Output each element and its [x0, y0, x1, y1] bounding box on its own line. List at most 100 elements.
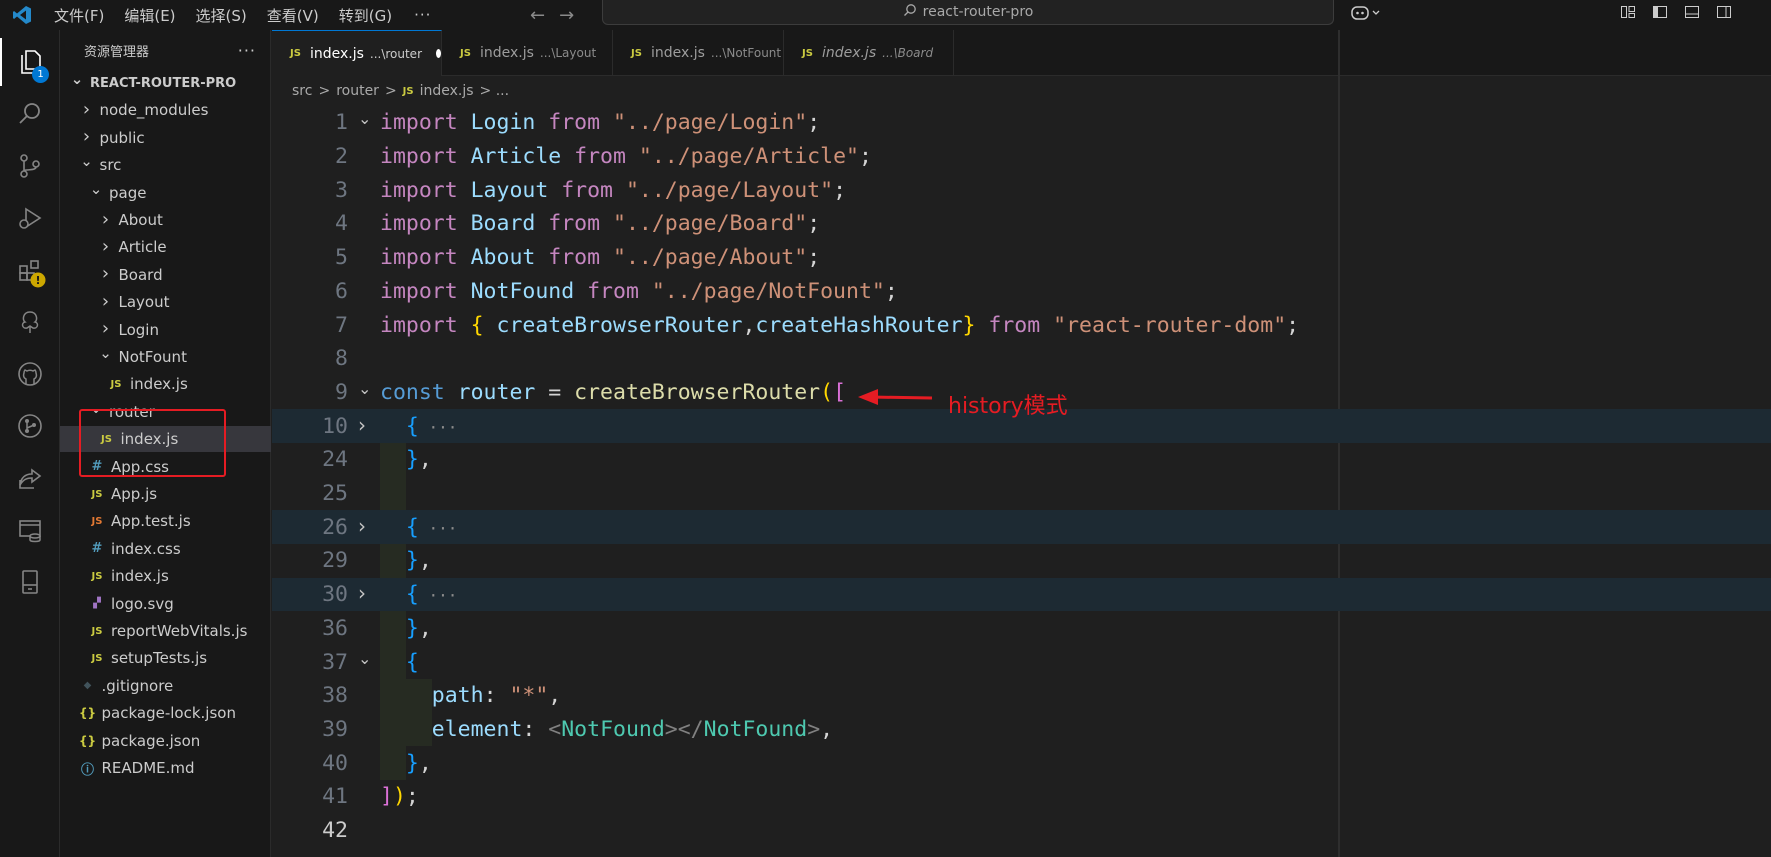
tree-file[interactable]: # App.css [60, 454, 271, 480]
code-line[interactable]: 2 import Article from "../page/Article"; [272, 140, 1771, 174]
code-line[interactable]: 26 › { ··· [272, 510, 1771, 545]
search-icon[interactable] [0, 90, 60, 138]
code-line[interactable]: 37 ⌄ { [272, 645, 1771, 679]
back-arrow-icon[interactable]: ← [530, 5, 545, 26]
code-line[interactable]: 41]); [272, 780, 1771, 814]
device-icon[interactable] [0, 558, 60, 606]
breadcrumb-item[interactable]: src [292, 83, 312, 99]
tree-file[interactable]: JS App.test.js [60, 508, 271, 534]
github-icon[interactable] [0, 350, 60, 398]
editor-tab[interactable]: JS index.js ...\router [272, 30, 442, 76]
code-line[interactable]: 30 › { ··· [272, 577, 1771, 612]
tree-folder[interactable]: ⌄ src [60, 152, 271, 178]
tree-folder[interactable]: › Board [60, 262, 271, 288]
breadcrumb-tail[interactable]: > ... [480, 83, 510, 99]
tree-file[interactable]: ◆ .gitignore [60, 673, 271, 699]
line-number: 25 [322, 481, 348, 507]
tree-file[interactable]: {} package-lock.json [60, 700, 271, 726]
code-line[interactable]: 24 }, [272, 443, 1771, 477]
live-share-icon[interactable] [0, 454, 60, 502]
code-line[interactable]: 7 import { createBrowserRouter,createHash… [272, 308, 1771, 342]
code-token: "../page/Login" [613, 110, 808, 136]
tree-view-icon[interactable] [0, 298, 60, 346]
run-debug-icon[interactable] [0, 194, 60, 242]
explorer-more-button[interactable]: ··· [238, 41, 256, 60]
unsaved-dot-icon[interactable] [436, 49, 441, 58]
code-text: element: <NotFound></NotFound>, [380, 717, 833, 742]
code-line[interactable]: 29 }, [272, 544, 1771, 578]
menu-item[interactable]: 查看(V) [257, 5, 329, 26]
copilot-icon[interactable] [1350, 4, 1382, 26]
code-token: from [548, 245, 614, 271]
fold-chevron-down-icon[interactable]: ⌄ [358, 379, 372, 398]
tree-file[interactable]: JS index.js [60, 426, 271, 453]
tree-folder[interactable]: ⌄ router [60, 399, 271, 425]
code-token: "*" [509, 683, 549, 709]
tree-folder[interactable]: › Article [60, 234, 271, 260]
tree-file[interactable]: JS index.js [60, 371, 271, 397]
code-line[interactable]: 4 import Board from "../page/Board"; [272, 207, 1771, 241]
code-line[interactable]: 3 import Layout from "../page/Layout"; [272, 173, 1771, 207]
tree-file[interactable]: JS index.js [60, 563, 271, 589]
menu-item[interactable]: 文件(F) [44, 5, 114, 26]
tree-file[interactable]: ⓘ README.md [60, 755, 271, 781]
editor-tabs: JS index.js ...\router JS index.js ...\Layout… [272, 30, 1771, 76]
tree-folder[interactable]: ⌄ page [60, 180, 271, 206]
command-center-search[interactable]: react-router-pro [602, 0, 1334, 25]
fold-chevron-right-icon[interactable]: › [358, 514, 372, 538]
code-line[interactable]: 39 element: <NotFound></NotFound>, [272, 713, 1771, 747]
line-number: 3 [335, 177, 348, 203]
remote-explorer-icon[interactable] [0, 506, 60, 554]
tree-file[interactable]: JS reportWebVitals.js [60, 618, 271, 644]
tree-folder[interactable]: › About [60, 207, 271, 233]
fold-chevron-down-icon[interactable]: ⌄ [358, 649, 372, 668]
tree-file[interactable]: {} package.json [60, 728, 271, 754]
toggle-primary-sidebar-icon[interactable] [1652, 4, 1668, 20]
code-line[interactable]: 1 ⌄ import Login from "../page/Login"; [272, 106, 1771, 140]
extensions-icon[interactable]: ! [0, 246, 60, 294]
customize-layout-icon[interactable] [1620, 4, 1636, 20]
editor-tab[interactable]: JS index.js ...\Layout [442, 30, 613, 76]
tree-folder[interactable]: › Layout [60, 289, 271, 315]
source-control-icon[interactable] [0, 142, 60, 190]
tree-folder[interactable]: ⌄ REACT-ROUTER-PRO [60, 70, 271, 96]
code-line[interactable]: 36 }, [272, 612, 1771, 646]
code-token: import [380, 278, 471, 304]
code-line[interactable]: 6 import NotFound from "../page/NotFount"… [272, 275, 1771, 309]
fold-chevron-right-icon[interactable]: › [358, 581, 372, 605]
code-line[interactable]: 25 [272, 477, 1771, 511]
tree-file[interactable]: JS setupTests.js [60, 645, 271, 671]
tree-folder[interactable]: › Login [60, 317, 271, 343]
tree-folder[interactable]: › node_modules [60, 97, 271, 123]
fold-chevron-right-icon[interactable]: › [358, 413, 372, 437]
menu-item[interactable]: 转到(G) [329, 5, 402, 26]
tree-item-label: README.md [101, 759, 195, 777]
tree-file[interactable]: JS App.js [60, 481, 271, 507]
code-text: { [380, 650, 419, 675]
git-graph-icon[interactable] [0, 402, 60, 450]
code-line[interactable]: 5 import About from "../page/About"; [272, 241, 1771, 275]
code-line[interactable]: 42 [272, 814, 1771, 848]
breadcrumb-file[interactable]: index.js [420, 83, 474, 99]
code-token: ; [405, 784, 419, 810]
toggle-secondary-sidebar-icon[interactable] [1716, 4, 1732, 20]
fold-chevron-down-icon[interactable]: ⌄ [358, 109, 372, 128]
code-line[interactable]: 8 [272, 342, 1771, 376]
menu-item[interactable]: 选择(S) [186, 5, 257, 26]
editor-tab[interactable]: JS index.js ...\Board [784, 30, 954, 76]
editor-tab[interactable]: JS index.js ...\NotFount [613, 30, 784, 76]
code-token: NotFound [703, 716, 808, 742]
toggle-panel-icon[interactable] [1684, 4, 1700, 20]
menu-item[interactable]: 编辑(E) [114, 5, 185, 26]
tree-file[interactable]: # index.css [60, 536, 271, 562]
explorer-icon[interactable]: 1 [0, 38, 60, 86]
breadcrumb-item[interactable]: router [336, 83, 379, 99]
tree-folder[interactable]: ⌄ NotFount [60, 344, 271, 370]
code-line[interactable]: 40 }, [272, 746, 1771, 780]
code-line[interactable]: 38 path: "*", [272, 679, 1771, 713]
menu-more-button[interactable]: ··· [402, 6, 443, 24]
forward-arrow-icon[interactable]: → [559, 5, 574, 26]
tree-file[interactable]: ▞ logo.svg [60, 591, 271, 617]
tree-folder[interactable]: › public [60, 125, 271, 151]
